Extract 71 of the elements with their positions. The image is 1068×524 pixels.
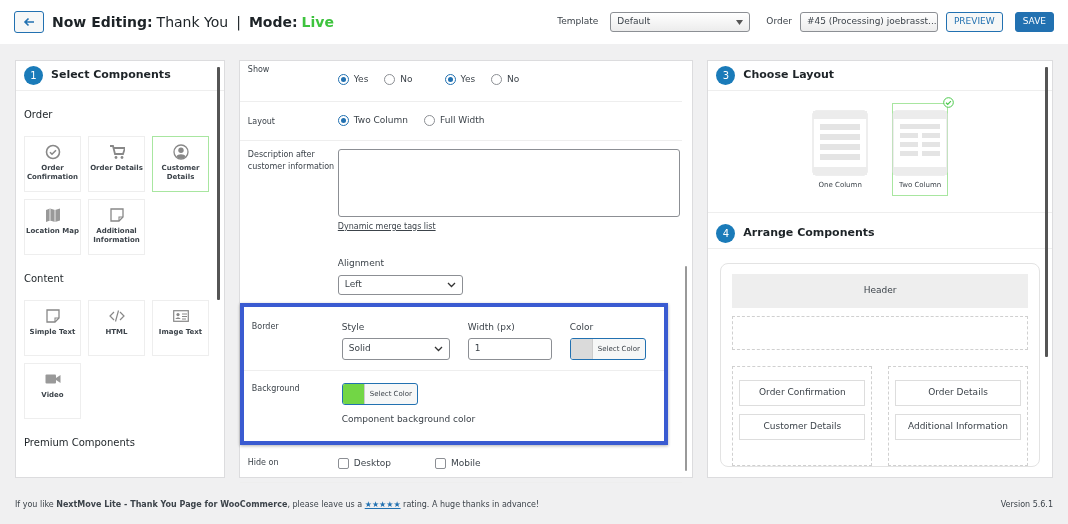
scrollbar[interactable] [216,67,220,300]
field-label: Layout [247,115,276,128]
check-circle-icon [943,97,955,108]
style-label: Style [341,320,366,334]
page-title: Thank You [156,12,229,32]
border-width-input[interactable]: 1 [467,338,552,360]
caret-icon [736,19,744,25]
step-number: 3 [716,66,736,85]
panel-title: Arrange Components [743,224,875,241]
section-heading: Premium Components [24,436,136,450]
radio-option[interactable]: No [491,73,520,87]
check-circle-icon [44,144,61,160]
checkbox-option[interactable]: Mobile [434,456,481,470]
note-icon [44,308,61,324]
mode-value: Live [301,12,334,32]
radio-option[interactable]: Yes [444,73,476,87]
title-separator: | [236,12,241,33]
step-number: 4 [716,223,736,243]
component-block[interactable]: Order Confirmation [739,379,866,406]
field-label: Description after customer information [247,148,336,173]
note-icon [108,207,125,223]
template-select[interactable]: Default [610,12,751,32]
chevron-icon [433,346,443,352]
header-block[interactable]: Header [732,273,1028,308]
cart-icon [108,144,125,160]
order-label: Order [766,15,792,29]
radio-option[interactable]: Two Column [337,113,408,127]
title-label: Now Editing: [52,12,153,32]
scrollbar[interactable] [1045,67,1048,357]
footer-note: If you like NextMove Lite - Thank You Page for WooCommerce, please leave us a ★★★★★ rating. A huge thanks in advance! [15,499,540,511]
arrow-left-icon [23,17,35,27]
field-label: Background [251,383,301,395]
user-icon [172,144,189,160]
layout-thumbnail-drawing [812,110,869,176]
template-label: Template [557,15,599,29]
code-icon [108,308,125,324]
radio-option[interactable]: Full Width [424,113,485,127]
mode-label: Mode: [248,12,298,32]
map-icon [44,207,61,223]
description-textarea[interactable] [337,148,680,217]
radio-option[interactable]: No [384,73,413,87]
merge-tags-link[interactable]: Dynamic merge tags list [337,220,436,233]
section-heading: Order [24,108,54,122]
section-heading: Content [24,272,65,286]
preview-button[interactable]: PREVIEW [945,12,1003,32]
component-block[interactable]: Additional Information [895,413,1021,440]
rating-link[interactable]: ★★★★★ [364,500,401,509]
checkbox-option[interactable]: Desktop [337,456,391,470]
step-number: 1 [24,66,43,85]
save-button[interactable]: SAVE [1014,12,1054,32]
color-label: Color [569,320,595,334]
layout-thumbnail-drawing [892,110,949,176]
field-label: Show [247,64,271,76]
back-button[interactable] [14,11,44,33]
order-select[interactable]: #45 (Processing) joebrasst... [799,12,938,32]
panel-title: Select Components [51,67,171,84]
alignment-select[interactable]: Left [337,274,463,295]
field-label: Border [251,320,280,333]
field-label: Hide on [247,456,280,469]
chevron-icon [446,281,456,288]
alignment-label: Alignment [337,257,385,270]
component-block[interactable]: Customer Details [739,413,866,440]
border-style-select[interactable]: Solid [341,338,450,360]
panel-title: Choose Layout [743,67,835,84]
id-card-icon [172,308,189,324]
radio-option[interactable]: Yes [337,73,369,87]
scrollbar[interactable] [685,266,688,471]
help-text: Component background color [341,413,477,426]
component-block[interactable]: Order Details [895,379,1021,406]
version-text: Version 5.6.1 [1000,499,1053,511]
width-label: Width (px) [467,320,516,334]
